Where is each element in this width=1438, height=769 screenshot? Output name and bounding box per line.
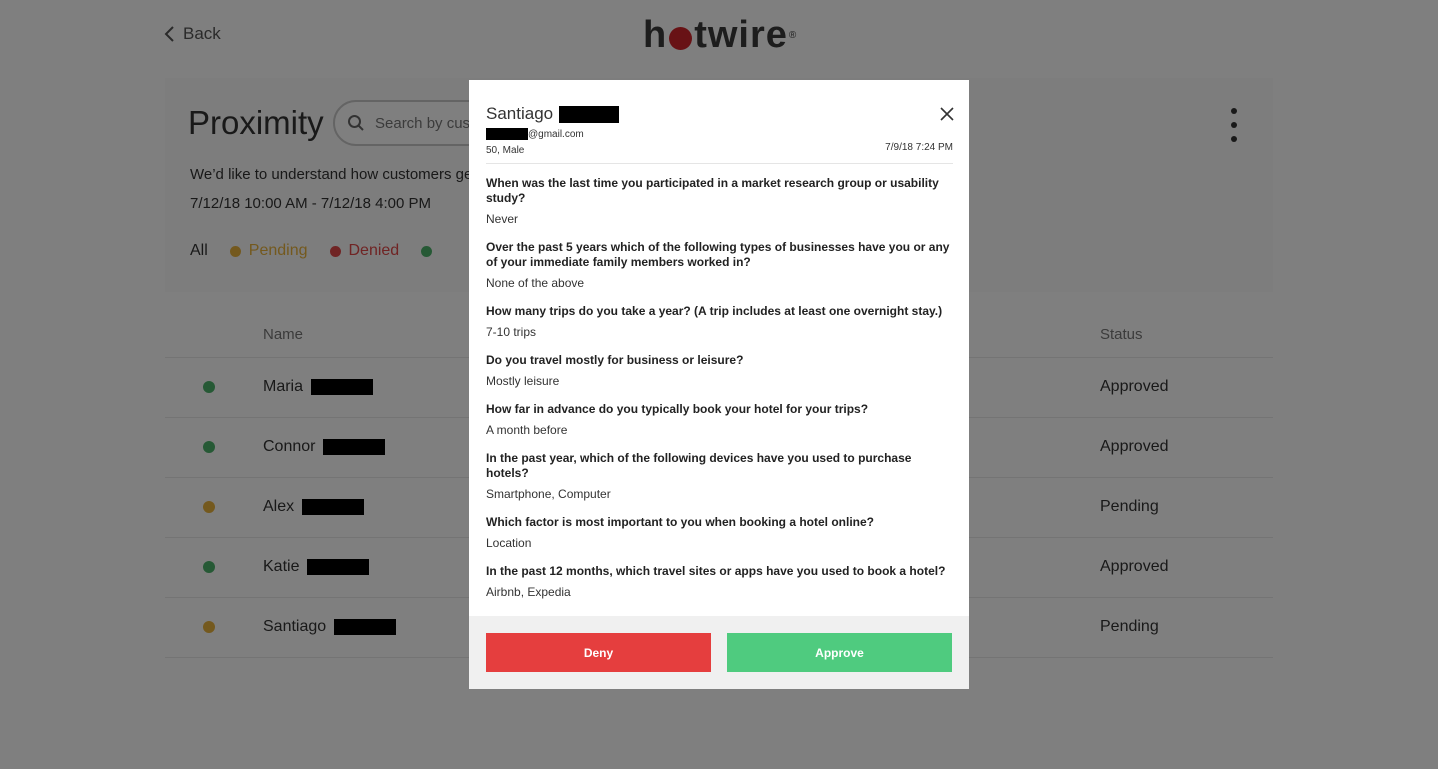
answer-text: None of the above: [486, 276, 585, 290]
question-text: How far in advance do you typically book…: [486, 402, 869, 416]
answer-text: Smartphone, Computer: [486, 487, 611, 501]
close-icon[interactable]: [939, 106, 955, 122]
approve-button[interactable]: Approve: [727, 633, 952, 672]
participant-detail-modal: Santiago @gmail.com 50, Male 7/9/18 7:24…: [469, 80, 969, 689]
answer-text: A month before: [486, 423, 568, 437]
question-answer-item: Which factor is most important to you wh…: [486, 515, 956, 551]
redacted-email-user: [486, 128, 528, 140]
screener-answers: When was the last time you participated …: [486, 176, 956, 613]
question-answer-item: In the past 12 months, which travel site…: [486, 564, 956, 600]
answer-text: Never: [486, 212, 519, 226]
modal-footer: Deny Approve: [469, 616, 969, 689]
question-text: Do you travel mostly for business or lei…: [486, 353, 744, 367]
question-text: How many trips do you take a year? (A tr…: [486, 304, 943, 318]
answer-text: 7-10 trips: [486, 325, 537, 339]
question-answer-item: How far in advance do you typically book…: [486, 402, 956, 438]
question-answer-item: How many trips do you take a year? (A tr…: [486, 304, 956, 340]
participant-first-name: Santiago: [486, 104, 554, 123]
participant-email: @gmail.com: [486, 128, 953, 140]
answer-text: Mostly leisure: [486, 374, 560, 388]
question-text: Which factor is most important to you wh…: [486, 515, 875, 529]
redacted-last-name: [559, 105, 620, 123]
question-text: Over the past 5 years which of the follo…: [486, 240, 950, 269]
participant-demographics: 50, Male: [486, 145, 525, 156]
email-domain: @gmail.com: [528, 128, 584, 140]
answer-text: Airbnb, Expedia: [486, 585, 571, 599]
deny-button[interactable]: Deny: [486, 633, 711, 672]
question-answer-item: When was the last time you participated …: [486, 176, 956, 227]
question-text: In the past 12 months, which travel site…: [486, 564, 946, 578]
question-answer-item: In the past year, which of the following…: [486, 451, 956, 502]
participant-header: Santiago @gmail.com 50, Male 7/9/18 7:24…: [486, 104, 953, 164]
question-answer-item: Over the past 5 years which of the follo…: [486, 240, 956, 291]
question-text: In the past year, which of the following…: [486, 451, 912, 480]
submitted-timestamp: 7/9/18 7:24 PM: [885, 142, 953, 153]
question-text: When was the last time you participated …: [486, 176, 939, 205]
participant-name: Santiago: [486, 104, 953, 124]
question-answer-item: Do you travel mostly for business or lei…: [486, 353, 956, 389]
answer-text: Location: [486, 536, 532, 550]
